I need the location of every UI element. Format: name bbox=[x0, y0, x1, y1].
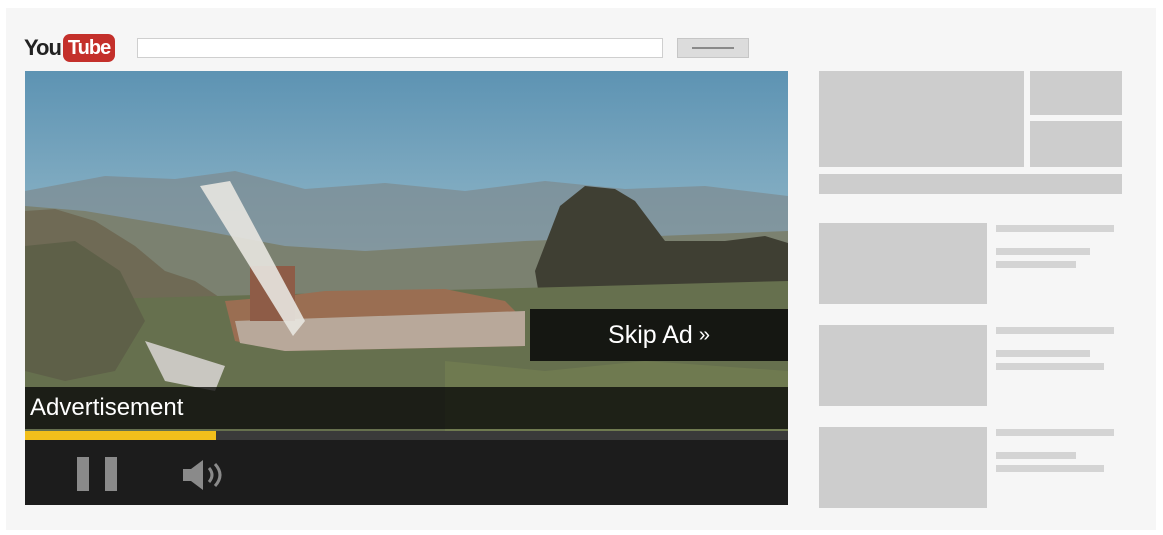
featured-side-thumbnail-placeholder[interactable] bbox=[1030, 121, 1122, 167]
search-button-label-placeholder bbox=[692, 47, 734, 49]
search-input[interactable] bbox=[137, 38, 663, 58]
ad-video-frame bbox=[25, 71, 788, 441]
skip-ad-label: Skip Ad bbox=[608, 320, 693, 349]
related-video-meta-placeholder bbox=[996, 363, 1104, 370]
player-controls bbox=[25, 440, 788, 505]
featured-side-thumbnail-placeholder[interactable] bbox=[1030, 71, 1122, 115]
video-player[interactable]: Skip Ad » Advertisement bbox=[25, 71, 788, 505]
related-video-title-placeholder[interactable] bbox=[996, 429, 1114, 436]
pause-icon[interactable] bbox=[77, 457, 117, 491]
progress-bar[interactable] bbox=[25, 431, 788, 440]
related-video-title-placeholder[interactable] bbox=[996, 225, 1114, 232]
related-video-meta-placeholder bbox=[996, 465, 1104, 472]
double-chevron-right-icon: » bbox=[698, 323, 710, 346]
progress-bar-fill bbox=[25, 431, 216, 440]
related-video-meta-placeholder bbox=[996, 350, 1090, 357]
related-video-thumbnail-placeholder[interactable] bbox=[819, 223, 987, 304]
related-video-thumbnail-placeholder[interactable] bbox=[819, 325, 987, 406]
related-video-meta-placeholder bbox=[996, 248, 1090, 255]
featured-thumbnail-placeholder[interactable] bbox=[819, 71, 1024, 167]
skip-ad-button[interactable]: Skip Ad » bbox=[530, 309, 788, 361]
volume-icon[interactable] bbox=[181, 458, 231, 492]
related-video-meta-placeholder bbox=[996, 261, 1076, 268]
advertisement-label: Advertisement bbox=[30, 394, 184, 421]
related-video-thumbnail-placeholder[interactable] bbox=[819, 427, 987, 508]
logo-you-text: You bbox=[24, 35, 62, 60]
featured-caption-placeholder bbox=[819, 174, 1122, 194]
related-video-meta-placeholder bbox=[996, 452, 1076, 459]
youtube-logo[interactable]: You Tube bbox=[24, 32, 116, 64]
related-video-title-placeholder[interactable] bbox=[996, 327, 1114, 334]
logo-tube-text: Tube bbox=[62, 34, 116, 62]
search-button[interactable] bbox=[677, 38, 749, 58]
